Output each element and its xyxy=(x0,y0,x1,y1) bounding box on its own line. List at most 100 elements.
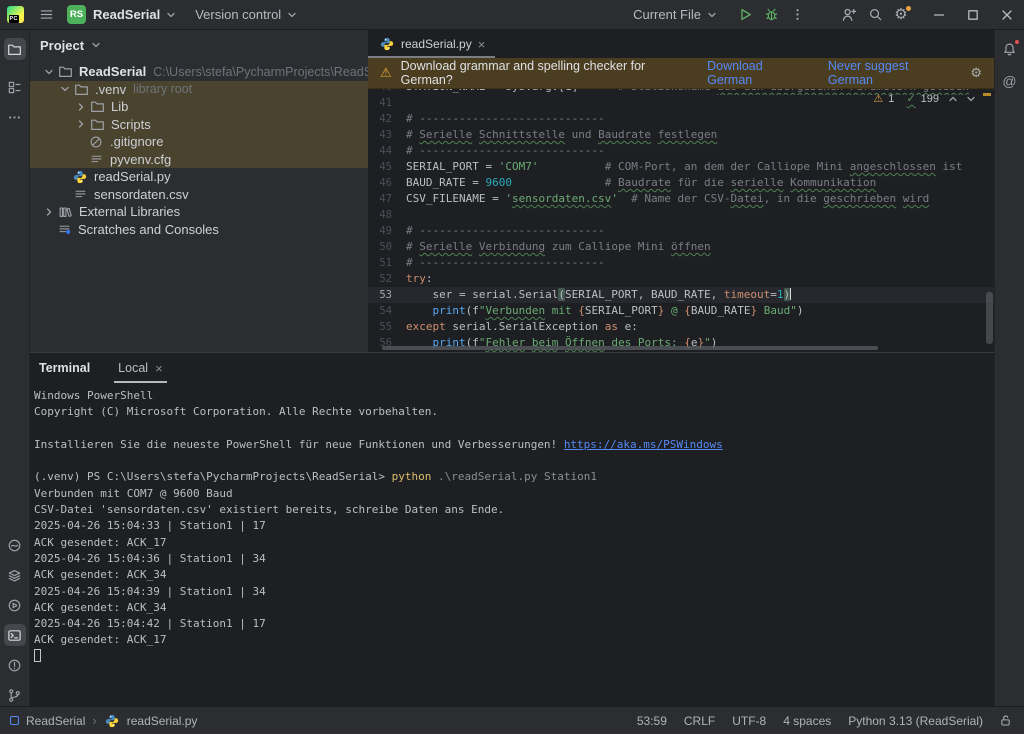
notifications-bell-icon[interactable] xyxy=(999,38,1021,60)
terminal-output[interactable]: Windows PowerShellCopyright (C) Microsof… xyxy=(30,383,994,665)
code-line-50[interactable]: 50# Serielle Verbindung zum Calliope Min… xyxy=(368,239,994,255)
more-actions-icon[interactable] xyxy=(784,3,810,27)
banner-settings-icon[interactable]: ⚙ xyxy=(970,65,982,81)
next-problem-icon[interactable] xyxy=(966,94,976,104)
tree-item-external-libraries[interactable]: External Libraries xyxy=(30,203,368,221)
run-configuration-selector[interactable]: Current File xyxy=(633,7,720,22)
main-menu-icon[interactable] xyxy=(33,3,59,27)
settings-gear-icon[interactable]: ⚙ xyxy=(888,3,914,27)
tree-item-scratches[interactable]: Scratches and Consoles xyxy=(30,221,368,239)
structure-icon[interactable] xyxy=(4,76,26,98)
text-file-icon xyxy=(72,186,88,202)
tab-close-icon[interactable]: × xyxy=(155,362,163,375)
unlock-icon[interactable] xyxy=(999,714,1012,727)
project-tool-button[interactable] xyxy=(4,38,26,60)
ai-assistant-icon[interactable]: @ xyxy=(999,70,1021,92)
project-panel-header[interactable]: Project xyxy=(30,30,368,60)
add-user-icon[interactable] xyxy=(836,3,862,27)
tree-item-label: .gitignore xyxy=(110,134,163,149)
terminal-cursor xyxy=(34,649,41,662)
editor-area: readSerial.py × ⚠ Download grammar and s… xyxy=(368,30,994,352)
code-line-45[interactable]: 45SERIAL_PORT = 'COM7' # COM-Port, an de… xyxy=(368,159,994,175)
chevron-right-icon[interactable] xyxy=(74,100,87,114)
line-number: 48 xyxy=(368,207,406,223)
close-button[interactable] xyxy=(990,0,1024,29)
vcs-selector[interactable]: Version control xyxy=(195,7,300,22)
line-number: 51 xyxy=(368,255,406,271)
run-tool-icon[interactable] xyxy=(4,594,26,616)
run-button[interactable] xyxy=(732,3,758,27)
project-selector[interactable]: ReadSerial xyxy=(93,7,179,22)
code-line-43[interactable]: 43# Serielle Schnittstelle und Baudrate … xyxy=(368,127,994,143)
error-stripe-mark xyxy=(983,93,991,96)
tree-item-pyvenv-cfg[interactable]: pyvenv.cfg xyxy=(30,151,368,169)
code-line-53[interactable]: 53 ser = serial.Serial(SERIAL_PORT, BAUD… xyxy=(368,287,994,303)
code-line-47[interactable]: 47CSV_FILENAME = 'sensordaten.csv' # Nam… xyxy=(368,191,994,207)
code-line-48[interactable]: 48 xyxy=(368,207,994,223)
terminal-panel: Terminal Local × Windows PowerShellCopyr… xyxy=(30,352,994,706)
code-line-42[interactable]: 42# ---------------------------- xyxy=(368,111,994,127)
terminal-tool-button[interactable] xyxy=(4,624,26,646)
tree-item-sensordaten-csv[interactable]: sensordaten.csv xyxy=(30,186,368,204)
code-line-52[interactable]: 52try: xyxy=(368,271,994,287)
inspections-widget[interactable]: ⚠ 1 ✓ 199 xyxy=(873,92,976,105)
warning-icon: ⚠ xyxy=(873,92,883,105)
version-control-icon[interactable] xyxy=(4,684,26,706)
status-item-0[interactable]: 53:59 xyxy=(637,714,667,728)
chevron-right-icon[interactable] xyxy=(74,117,87,131)
terminal-line: ACK gesendet: ACK_17 xyxy=(34,632,994,648)
more-tool-windows-icon[interactable] xyxy=(4,106,26,128)
line-number: 52 xyxy=(368,271,406,287)
chevron-down-icon[interactable] xyxy=(42,65,55,79)
spellcheck-banner: ⚠ Download grammar and spelling checker … xyxy=(368,58,994,89)
problems-icon[interactable] xyxy=(4,654,26,676)
terminal-title[interactable]: Terminal xyxy=(39,361,90,375)
project-badge[interactable]: RS xyxy=(67,5,86,24)
maximize-button[interactable] xyxy=(956,0,990,29)
code-viewport[interactable]: 40STATION_NAME = sys.argv[1] # Stationsn… xyxy=(368,89,994,352)
tree-item-label: .venv xyxy=(95,82,126,97)
tab-readserial-py[interactable]: readSerial.py × xyxy=(368,30,495,58)
status-item-4[interactable]: Python 3.13 (ReadSerial) xyxy=(848,714,983,728)
line-number: 43 xyxy=(368,127,406,143)
horizontal-scrollbar[interactable] xyxy=(382,346,878,350)
code-line-44[interactable]: 44# ---------------------------- xyxy=(368,143,994,159)
code-line-55[interactable]: 55except serial.SerialException as e: xyxy=(368,319,994,335)
tab-close-icon[interactable]: × xyxy=(478,38,486,51)
status-item-3[interactable]: 4 spaces xyxy=(783,714,831,728)
code-line-49[interactable]: 49# ---------------------------- xyxy=(368,223,994,239)
tree-item-scripts[interactable]: Scripts xyxy=(30,116,368,134)
never-suggest-german-link[interactable]: Never suggest German xyxy=(828,59,950,87)
python-console-icon[interactable] xyxy=(4,534,26,556)
line-number: 50 xyxy=(368,239,406,255)
services-icon[interactable] xyxy=(4,564,26,586)
debug-button[interactable] xyxy=(758,3,784,27)
prev-problem-icon[interactable] xyxy=(948,94,958,104)
code-line-51[interactable]: 51# ---------------------------- xyxy=(368,255,994,271)
chevron-right-icon[interactable] xyxy=(42,205,55,219)
line-number: 47 xyxy=(368,191,406,207)
text-file-icon xyxy=(88,151,104,167)
line-number: 54 xyxy=(368,303,406,319)
search-everywhere-icon[interactable] xyxy=(862,3,888,27)
chevron-down-icon[interactable] xyxy=(58,82,71,96)
vertical-scrollbar[interactable] xyxy=(986,292,993,344)
tree-item-venv[interactable]: .venvlibrary root xyxy=(30,81,368,99)
breadcrumb-file[interactable]: readSerial.py xyxy=(127,714,198,728)
tree-item-lib[interactable]: Lib xyxy=(30,98,368,116)
status-item-1[interactable]: CRLF xyxy=(684,714,715,728)
minimize-button[interactable] xyxy=(922,0,956,29)
tree-item-readserial-py[interactable]: readSerial.py xyxy=(30,168,368,186)
download-german-link[interactable]: Download German xyxy=(707,59,806,87)
tree-item-label: pyvenv.cfg xyxy=(110,152,171,167)
code-line-54[interactable]: 54 print(f"Verbunden mit {SERIAL_PORT} @… xyxy=(368,303,994,319)
tree-item-gitignore[interactable]: .gitignore xyxy=(30,133,368,151)
status-item-2[interactable]: UTF-8 xyxy=(732,714,766,728)
breadcrumb-project[interactable]: ReadSerial xyxy=(26,714,85,728)
terminal-line: Verbunden mit COM7 @ 9600 Baud xyxy=(34,486,994,502)
terminal-tab-local[interactable]: Local × xyxy=(114,353,166,383)
tree-item-label: External Libraries xyxy=(79,204,180,219)
tree-item-readserial-root[interactable]: ReadSerialC:\Users\stefa\PycharmProjects… xyxy=(30,63,368,81)
breadcrumb: ReadSerial › readSerial.py xyxy=(10,713,197,729)
code-line-46[interactable]: 46BAUD_RATE = 9600 # Baudrate für die se… xyxy=(368,175,994,191)
